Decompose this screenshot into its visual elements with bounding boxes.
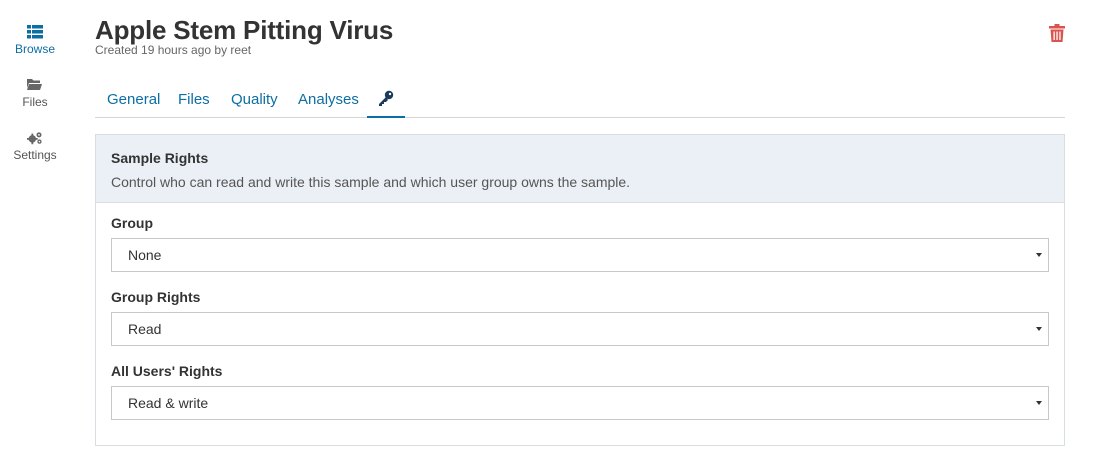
trash-icon[interactable] (1049, 24, 1065, 42)
page-title: Apple Stem Pitting Virus (95, 15, 394, 45)
all-users-rights-select[interactable]: Read & write (111, 386, 1049, 420)
caret-down-icon (1036, 253, 1042, 257)
all-users-rights-label: All Users' Rights (111, 363, 223, 379)
sidebar-item-label: Settings (13, 148, 57, 162)
tab-rights[interactable] (367, 80, 405, 118)
panel-description: Control who can read and write this samp… (111, 174, 631, 190)
group-rights-label: Group Rights (111, 289, 201, 305)
caret-down-icon (1036, 327, 1042, 331)
tab-quality[interactable]: Quality (231, 80, 278, 118)
list-icon (27, 25, 43, 39)
tab-bar: General Files Quality Analyses (95, 80, 1065, 118)
tab-files[interactable]: Files (178, 80, 210, 118)
all-users-rights-select-value: Read & write (128, 395, 209, 411)
sample-rights-panel: Sample Rights Control who can read and w… (95, 134, 1065, 446)
panel-header: Sample Rights Control who can read and w… (96, 135, 1064, 203)
sidebar-item-settings[interactable]: Settings (0, 131, 70, 162)
sidebar-item-browse[interactable]: Browse (0, 25, 70, 56)
tab-analyses[interactable]: Analyses (298, 80, 359, 118)
page-subtitle: Created 19 hours ago by reet (95, 43, 252, 57)
group-rights-select-value: Read (128, 321, 162, 337)
sidebar-item-label: Files (22, 95, 48, 109)
sidebar-item-files[interactable]: Files (0, 78, 70, 109)
group-select-value: None (128, 247, 162, 263)
key-icon (379, 90, 394, 106)
sidebar-item-label: Browse (14, 42, 55, 56)
group-select[interactable]: None (111, 238, 1049, 272)
group-label: Group (111, 215, 153, 231)
caret-down-icon (1036, 401, 1042, 405)
folder-icon (27, 79, 42, 90)
sidebar: Browse Files Settings (0, 0, 70, 469)
group-rights-select[interactable]: Read (111, 312, 1049, 346)
tab-general[interactable]: General (107, 80, 160, 118)
gears-icon (27, 132, 42, 145)
panel-title: Sample Rights (111, 150, 209, 166)
